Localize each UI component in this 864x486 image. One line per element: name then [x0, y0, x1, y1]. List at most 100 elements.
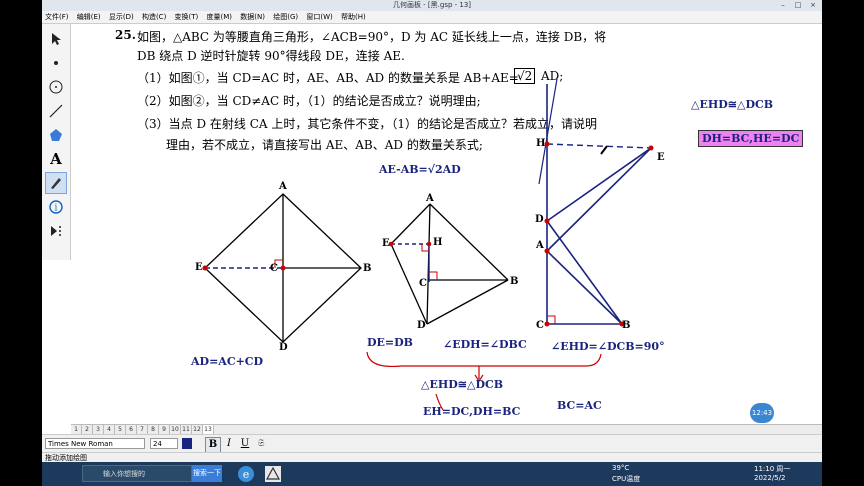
note-ae-ab: AE-AB=√2AD	[379, 163, 461, 176]
menu-file[interactable]: 文件(F)	[42, 11, 72, 23]
toolbox: A i	[42, 24, 71, 260]
figure3-stroke	[538, 78, 558, 185]
page-tabs: 1 2 3 4 5 6 7 8 9 10 11 12 13	[71, 424, 822, 434]
compass-icon[interactable]	[45, 76, 67, 98]
figure-2	[388, 203, 509, 325]
marker-icon[interactable]	[45, 172, 67, 194]
page-tab-active[interactable]: 13	[203, 425, 214, 434]
figure2-segment-db	[426, 279, 509, 325]
page-tab[interactable]: 8	[148, 425, 159, 434]
menu-measure[interactable]: 度量(M)	[204, 11, 236, 23]
sketch-canvas[interactable]: 25. 如图，△ABC 为等腰直角三角形，∠ACB=90°，D 为 AC 延长线…	[71, 24, 822, 424]
figure3-point-d	[544, 218, 550, 224]
minimize-button[interactable]: –	[776, 1, 790, 10]
arrow-icon[interactable]	[45, 28, 67, 50]
page-tab[interactable]: 12	[192, 425, 203, 434]
figure-1	[202, 193, 362, 343]
figure2-label-d: D	[417, 320, 426, 331]
figure-3	[538, 78, 654, 327]
info-icon[interactable]: i	[45, 196, 67, 218]
figure2-label-c: C	[419, 278, 427, 289]
svg-text:e: e	[243, 468, 250, 481]
figure2-label-e: E	[382, 238, 390, 249]
svg-text:i: i	[55, 204, 58, 214]
figure2-segment-ae	[390, 203, 431, 245]
figure3-label-a: A	[536, 240, 544, 251]
menu-transform[interactable]: 变换(T)	[172, 11, 202, 23]
figure3-label-e: E	[657, 152, 665, 163]
figure2-label-h: H	[433, 237, 443, 248]
figure2-right-angle	[429, 271, 438, 280]
italic-button[interactable]: I	[222, 437, 236, 451]
menu-edit[interactable]: 编辑(E)	[74, 11, 104, 23]
figure2-point-h	[426, 241, 432, 247]
page-tab[interactable]: 3	[93, 425, 104, 434]
figure1-label-b: B	[363, 263, 372, 274]
page-tab[interactable]: 2	[82, 425, 93, 434]
bold-button[interactable]: B	[205, 437, 221, 453]
search-button[interactable]: 搜索一下	[192, 465, 222, 482]
page-tab[interactable]: 11	[181, 425, 192, 434]
menu-graph[interactable]: 绘图(G)	[270, 11, 301, 23]
menu-data[interactable]: 数据(N)	[237, 11, 268, 23]
close-button[interactable]: ×	[806, 1, 820, 10]
sketchpad-app-icon[interactable]	[264, 465, 282, 483]
window-title: 几何画板 - [黑.gsp - 13]	[392, 1, 472, 9]
note-edh-dbc: ∠EDH=∠DBC	[443, 338, 527, 351]
figure3-segment-de	[546, 147, 652, 222]
line-icon[interactable]	[45, 100, 67, 122]
note-congruence-2: △EHD≅△DCB	[691, 98, 774, 111]
pen-cursor-icon	[600, 145, 608, 155]
restore-button[interactable]: □	[791, 1, 805, 10]
figure3-segment-ab	[546, 250, 623, 325]
font-size-select[interactable]: 24	[150, 438, 178, 449]
point-icon[interactable]	[45, 52, 67, 74]
underline-button[interactable]: U	[238, 437, 252, 451]
menu-window[interactable]: 窗口(W)	[303, 11, 335, 23]
temperature: 39°C	[612, 464, 630, 472]
page-tab[interactable]: 7	[137, 425, 148, 434]
page-tab[interactable]: 6	[126, 425, 137, 434]
page-tab[interactable]: 4	[104, 425, 115, 434]
figure3-label-b: B	[622, 320, 631, 331]
note-bc-ac: BC=AC	[557, 399, 602, 412]
figure1-label-e: E	[195, 262, 203, 273]
figure2-label-b: B	[510, 276, 519, 287]
figure3-segment-db	[546, 220, 623, 325]
annotation-brace	[366, 351, 602, 368]
page-tab[interactable]: 1	[71, 425, 82, 434]
note-ehd-dcb-90: ∠EHD=∠DCB=90°	[551, 340, 665, 353]
page-tab[interactable]: 5	[115, 425, 126, 434]
search-placeholder: 输入你想搜的	[103, 470, 145, 478]
figure3-dashed-he	[546, 143, 652, 149]
figure3-label-h: H	[536, 138, 546, 149]
figure3-point-c	[544, 321, 550, 327]
menu-help[interactable]: 帮助(H)	[338, 11, 369, 23]
clock-time: 11:10 周一	[754, 465, 791, 473]
clock-date: 2022/5/2	[754, 474, 786, 482]
menu-bar: 文件(F) 编辑(E) 显示(D) 构造(C) 变换(T) 度量(M) 数据(N…	[42, 11, 822, 24]
text-icon[interactable]: A	[45, 148, 67, 170]
polygon-icon[interactable]	[45, 124, 67, 146]
geometry-drawing	[202, 78, 654, 411]
page-tab[interactable]: 10	[170, 425, 181, 434]
figure1-point-e	[202, 265, 208, 271]
font-select[interactable]: Times New Roman	[45, 438, 145, 449]
note-de-db: DE=DB	[367, 336, 413, 349]
color-swatch[interactable]	[182, 438, 192, 449]
custom-tool-icon[interactable]	[45, 220, 67, 242]
application-window: 几何画板 - [黑.gsp - 13] – □ × 文件(F) 编辑(E) 显示…	[42, 0, 822, 486]
figure3-label-d: D	[535, 214, 544, 225]
cpu-label: CPU温度	[612, 475, 641, 483]
menu-display[interactable]: 显示(D)	[106, 11, 137, 23]
page-tab[interactable]: 9	[159, 425, 170, 434]
menu-construct[interactable]: 构造(C)	[139, 11, 169, 23]
symbol-icon[interactable]: 𝔖	[254, 437, 268, 451]
browser-icon[interactable]: e	[237, 465, 255, 483]
time-bubble[interactable]: 12:43	[750, 403, 774, 423]
title-bar: 几何画板 - [黑.gsp - 13] – □ ×	[42, 0, 822, 11]
figure3-segment-ae	[546, 147, 652, 252]
figure1-label-d: D	[279, 342, 288, 353]
search-box[interactable]: 输入你想搜的	[82, 465, 192, 482]
figure1-point-c	[280, 265, 286, 271]
